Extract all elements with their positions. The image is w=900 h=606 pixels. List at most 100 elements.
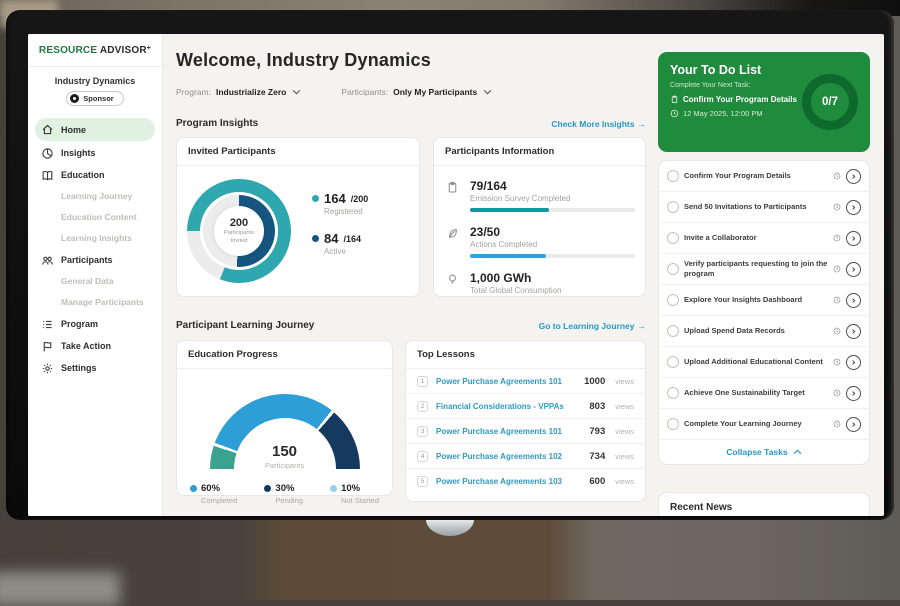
task-go-button[interactable] xyxy=(846,200,861,215)
task-checkbox[interactable] xyxy=(667,263,679,275)
legend-active: 84/164 Active xyxy=(312,231,368,256)
lesson-rank: 5 xyxy=(417,476,428,487)
task-checkbox[interactable] xyxy=(667,356,679,368)
chevron-down-icon xyxy=(483,89,492,95)
gauge-label: Participants xyxy=(234,461,336,470)
lesson-rank: 3 xyxy=(417,426,428,437)
legend-completed: 60% Completed xyxy=(190,483,237,505)
task-row-invite-collaborator[interactable]: Invite a Collaborator xyxy=(659,223,869,254)
insights-pie-icon xyxy=(41,147,54,160)
go-to-learning-journey-link[interactable]: Go to Learning Journey→ xyxy=(539,321,646,331)
task-checkbox[interactable] xyxy=(667,170,679,182)
sidebar-item-take-action[interactable]: Take Action xyxy=(28,335,162,357)
participants-information-card: Participants Information 79/164 Emission… xyxy=(433,137,646,297)
legend-not-started: 10% Not Started xyxy=(330,483,379,505)
participants-filter-label: Participants: xyxy=(341,87,388,97)
task-checkbox[interactable] xyxy=(667,201,679,213)
sponsor-badge[interactable]: Sponsor xyxy=(66,91,123,106)
lesson-link[interactable]: Power Purchase Agreements 101 xyxy=(436,427,581,436)
task-go-button[interactable] xyxy=(846,169,861,184)
section-title: Program Insights xyxy=(176,118,258,129)
task-row-send-invitations[interactable]: Send 50 Invitations to Participants xyxy=(659,192,869,223)
invited-donut-chart: 200 Participants Invited xyxy=(187,179,291,283)
program-insights-header: Program Insights Check More Insights→ xyxy=(176,118,646,129)
task-checkbox[interactable] xyxy=(667,325,679,337)
account-name: Industry Dynamics xyxy=(28,76,162,86)
sidebar-item-settings[interactable]: Settings xyxy=(28,357,162,379)
lesson-rank: 4 xyxy=(417,451,428,462)
sidebar-item-label: Take Action xyxy=(61,341,111,351)
task-row-achieve-sustainability-target[interactable]: Achieve One Sustainability Target xyxy=(659,378,869,409)
lesson-rank: 1 xyxy=(417,376,428,387)
lesson-link[interactable]: Power Purchase Agreements 102 xyxy=(436,452,581,461)
task-go-button[interactable] xyxy=(846,262,861,277)
donut-center: 200 Participants Invited xyxy=(214,206,264,256)
participants-filter[interactable]: Participants: Only My Participants xyxy=(341,87,492,97)
task-go-button[interactable] xyxy=(846,355,861,370)
progress-track xyxy=(470,208,635,212)
arrow-right-icon: → xyxy=(638,321,647,331)
task-row-verify-participants[interactable]: Verify participants requesting to join t… xyxy=(659,254,869,285)
card-title: Invited Participants xyxy=(177,138,419,166)
task-row-confirm-program[interactable]: Confirm Your Program Details xyxy=(659,161,869,192)
progress-fill xyxy=(470,208,549,212)
sidebar-item-program[interactable]: Program xyxy=(28,313,162,335)
task-go-button[interactable] xyxy=(846,417,861,432)
invited-legend: 164/200 Registered 84/164 Active xyxy=(312,191,368,271)
program-filter[interactable]: Program: Industrialize Zero xyxy=(176,87,301,97)
clock-icon xyxy=(833,389,841,397)
clock-icon xyxy=(833,420,841,428)
chevron-up-icon xyxy=(793,449,802,455)
sidebar-item-education[interactable]: Education xyxy=(28,164,162,186)
lesson-rank: 2 xyxy=(417,401,428,412)
task-row-upload-spend-data[interactable]: Upload Spend Data Records xyxy=(659,316,869,347)
task-go-button[interactable] xyxy=(846,293,861,308)
lesson-row: 2 Financial Considerations - VPPAs 803vi… xyxy=(406,394,645,419)
sidebar-item-home[interactable]: Home xyxy=(35,118,155,141)
dashboard-screen: RESOURCE ADVISOR+ Industry Dynamics Spon… xyxy=(28,34,884,516)
lesson-link[interactable]: Power Purchase Agreements 103 xyxy=(436,477,581,486)
sidebar-item-label: Education xyxy=(61,170,105,180)
section-title: Participant Learning Journey xyxy=(176,320,314,331)
task-checkbox[interactable] xyxy=(667,294,679,306)
sidebar-item-label: Settings xyxy=(61,363,97,373)
sidebar-item-education-content[interactable]: Education Content xyxy=(28,207,162,228)
todo-next-task: Confirm Your Program Details xyxy=(670,95,798,104)
filters-row: Program: Industrialize Zero Participants… xyxy=(176,87,492,97)
lesson-row: 5 Power Purchase Agreements 103 600views xyxy=(406,469,645,494)
brand-plus: + xyxy=(147,45,151,52)
sidebar-item-participants[interactable]: Participants xyxy=(28,249,162,271)
progress-fill xyxy=(470,254,546,258)
task-row-upload-educational-content[interactable]: Upload Additional Educational Content xyxy=(659,347,869,378)
brand-logo: RESOURCE ADVISOR+ xyxy=(28,45,162,67)
task-go-button[interactable] xyxy=(846,324,861,339)
task-go-button[interactable] xyxy=(846,231,861,246)
sponsor-label: Sponsor xyxy=(83,94,113,103)
sidebar-item-general-data[interactable]: General Data xyxy=(28,271,162,292)
task-go-button[interactable] xyxy=(846,386,861,401)
page-title: Welcome, Industry Dynamics xyxy=(176,50,431,71)
home-icon xyxy=(41,123,54,136)
clock-icon xyxy=(833,234,841,242)
lesson-row: 4 Power Purchase Agreements 102 734views xyxy=(406,444,645,469)
task-checkbox[interactable] xyxy=(667,232,679,244)
task-row-explore-insights[interactable]: Explore Your Insights Dashboard xyxy=(659,285,869,316)
sidebar-item-learning-insights[interactable]: Learning Insights xyxy=(28,228,162,249)
lesson-link[interactable]: Financial Considerations - VPPAs xyxy=(436,402,581,411)
task-checkbox[interactable] xyxy=(667,387,679,399)
task-checkbox[interactable] xyxy=(667,418,679,430)
clock-icon xyxy=(833,296,841,304)
sidebar-item-manage-participants[interactable]: Manage Participants xyxy=(28,292,162,313)
brand-resource: RESOURCE xyxy=(39,45,97,56)
todo-progress-ring: 0/7 xyxy=(802,74,858,130)
top-lessons-card: Top Lessons 1 Power Purchase Agreements … xyxy=(405,340,646,502)
lesson-link[interactable]: Power Purchase Agreements 101 xyxy=(436,377,576,386)
card-title: Education Progress xyxy=(177,341,392,369)
check-more-insights-link[interactable]: Check More Insights→ xyxy=(551,119,646,129)
clipboard-icon xyxy=(446,181,459,194)
sidebar-item-learning-journey[interactable]: Learning Journey xyxy=(28,186,162,207)
task-row-complete-learning-journey[interactable]: Complete Your Learning Journey xyxy=(659,409,869,440)
collapse-tasks-link[interactable]: Collapse Tasks xyxy=(659,440,869,464)
sidebar-item-insights[interactable]: Insights xyxy=(28,142,162,164)
card-title: Participants Information xyxy=(434,138,645,166)
